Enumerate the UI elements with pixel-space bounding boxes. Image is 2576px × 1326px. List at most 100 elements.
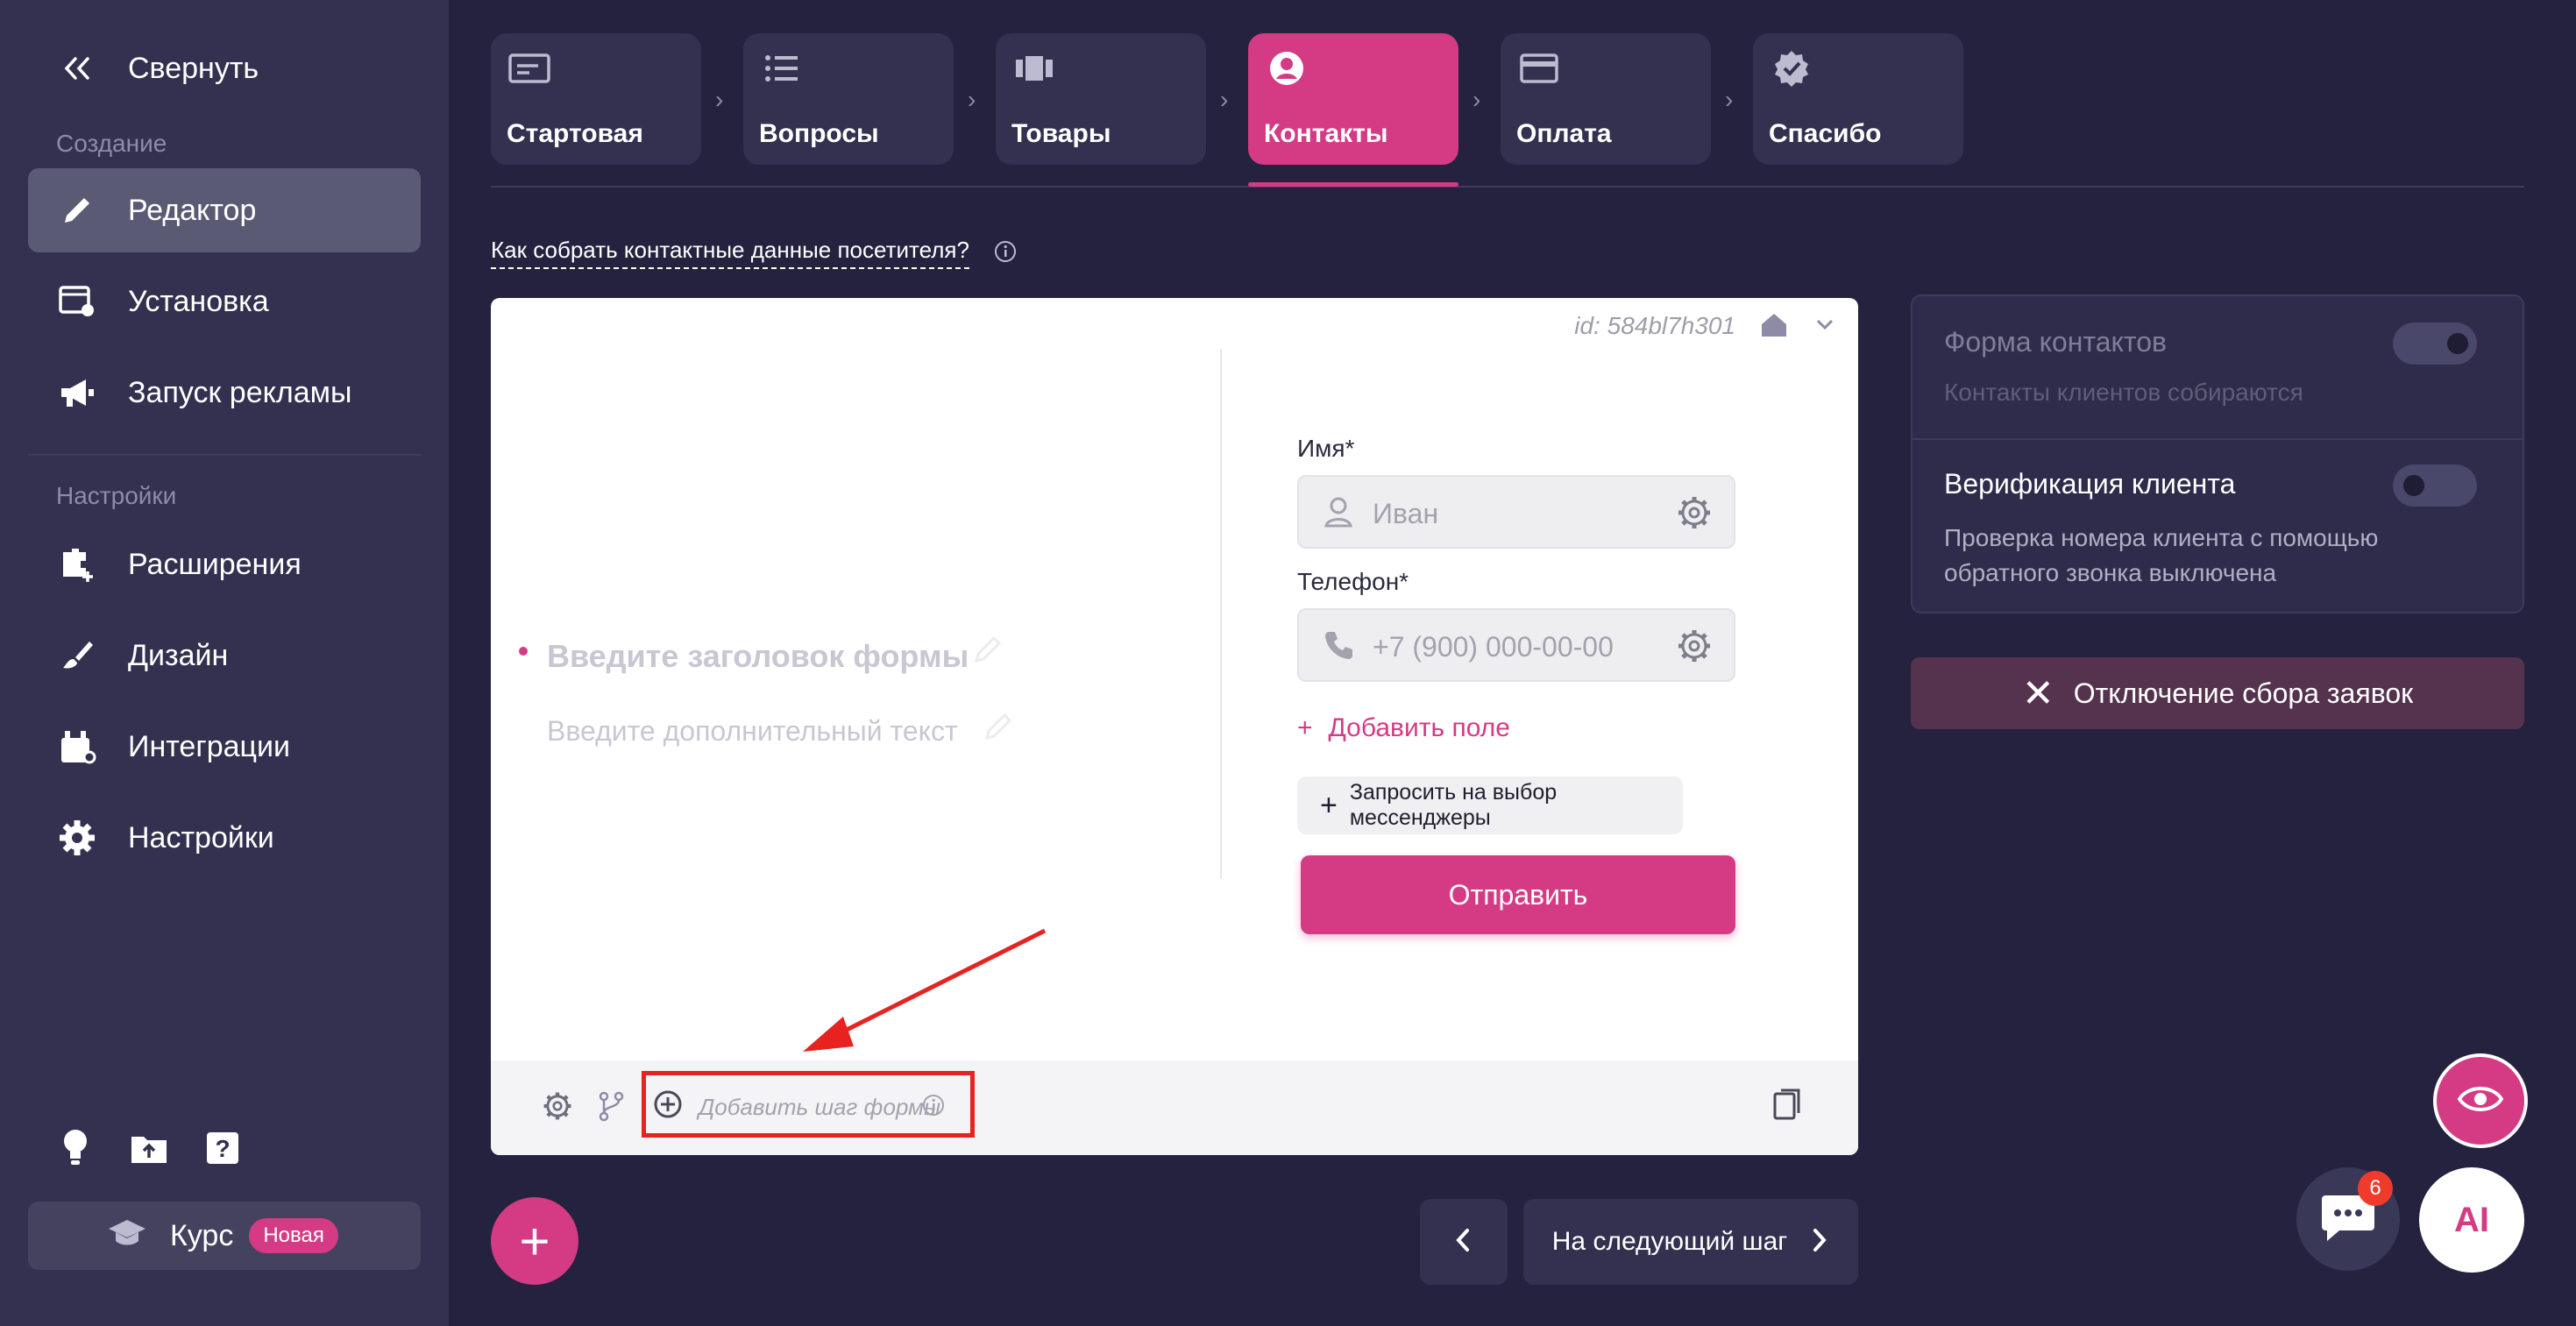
annotation-arrow [803,928,1047,1052]
submit-button[interactable]: Отправить [1301,855,1735,934]
disable-collection-label: Отключение сбора заявок [2073,677,2414,709]
add-field-button[interactable]: + Добавить поле [1297,713,1510,743]
lightbulb-icon[interactable] [56,1127,95,1169]
step-thanks[interactable]: Спасибо [1753,33,1963,165]
sidebar-item-design[interactable]: Дизайн [28,613,421,698]
field-settings-gear-icon[interactable] [1676,494,1713,535]
graduation-cap-icon [107,1218,147,1254]
sidebar-item-ads[interactable]: Запуск рекламы [28,351,421,435]
verification-title: Верификация клиента [1944,468,2236,500]
edit-pencil-icon[interactable] [983,710,1015,746]
add-step-fab[interactable]: + [491,1197,578,1285]
eye-icon [2457,1083,2504,1119]
sidebar-item-label: Дизайн [128,638,229,672]
toggle-knob [2403,475,2424,496]
step-payment[interactable]: Оплата [1501,33,1711,165]
preview-button[interactable] [2433,1053,2528,1148]
megaphone-icon [54,370,100,415]
submit-label: Отправить [1448,878,1588,911]
collapse-button[interactable]: Свернуть [28,26,421,110]
start-screen-icon [507,49,552,88]
copy-icon[interactable] [1772,1087,1804,1126]
form-title-placeholder[interactable]: Введите заголовок формы [547,638,969,675]
pencil-icon [54,188,100,233]
contact-settings-panel: Форма контактов Контакты клиентов собира… [1911,294,2524,613]
step-products[interactable]: Товары [996,33,1206,165]
brush-icon [54,633,100,678]
branch-logic-icon[interactable] [596,1090,626,1126]
svg-text:?: ? [215,1135,230,1162]
chevron-down-icon[interactable] [1813,312,1837,341]
contacts-form-title: Форма контактов [1944,326,2167,358]
sidebar-item-extensions[interactable]: Расширения [28,522,421,606]
sidebar-item-install[interactable]: Установка [28,259,421,344]
sidebar-item-label: Установка [128,284,269,318]
help-link[interactable]: Как собрать контактные данные посетителя… [491,237,969,269]
user-circle-icon [1264,49,1309,88]
form-card: id: 584bl7h301 Введите заголовок формы В… [491,298,1858,1155]
phone-field[interactable]: +7 (900) 000-00-00 [1297,608,1735,682]
chat-notification-badge: 6 [2358,1171,2393,1206]
disable-collection-button[interactable]: ✕ Отключение сбора заявок [1911,657,2524,729]
steps-divider [491,186,2524,188]
sidebar-item-label: Расширения [128,547,302,581]
chevron-right-icon: › [968,86,976,113]
field-label-name: Имя* [1297,435,1355,462]
verification-toggle[interactable] [2393,464,2477,507]
sidebar: Свернуть Создание Редактор Установка Зап… [0,0,449,1326]
section-create-heading: Создание [56,130,167,157]
chevron-right-icon: › [1725,86,1734,113]
user-icon [1323,496,1353,532]
step-label: Оплата [1516,119,1612,148]
phone-placeholder: +7 (900) 000-00-00 [1373,631,1614,663]
help-question-icon[interactable]: ? [203,1127,242,1169]
new-badge: Новая [249,1218,338,1253]
double-chevron-left-icon [54,46,100,91]
contacts-form-toggle[interactable] [2393,323,2477,365]
products-carousel-icon [1011,49,1057,88]
sidebar-item-label: Запуск рекламы [128,375,352,409]
form-id: id: 584bl7h301 [1574,312,1735,339]
name-placeholder: Иван [1373,498,1439,529]
sidebar-item-settings[interactable]: Настройки [28,796,421,880]
sidebar-bottom-icons: ? [56,1127,242,1169]
add-field-label: Добавить поле [1328,713,1510,742]
field-label-phone: Телефон* [1297,568,1409,595]
sidebar-item-label: Настройки [128,820,274,854]
install-window-icon [54,279,100,324]
course-button[interactable]: Курс Новая [28,1202,421,1270]
home-icon[interactable] [1760,312,1788,343]
next-step-button[interactable]: На следующий шаг [1523,1199,1858,1285]
plus-icon: + [1320,788,1338,822]
field-settings-gear-icon[interactable] [1676,628,1713,669]
step-contacts[interactable]: Контакты [1248,33,1458,165]
card-vertical-divider [1220,349,1222,878]
form-subtitle-placeholder[interactable]: Введите дополнительный текст [547,715,958,748]
credit-card-icon [1516,49,1562,88]
sidebar-item-integrations[interactable]: Интеграции [28,705,421,789]
name-field[interactable]: Иван [1297,475,1735,549]
puzzle-plus-icon [54,542,100,587]
sidebar-item-editor[interactable]: Редактор [28,168,421,252]
sidebar-divider [28,454,421,456]
course-label: Курс [170,1218,234,1252]
plus-icon: + [1297,713,1313,742]
step-start[interactable]: Стартовая [491,33,701,165]
sidebar-item-label: Редактор [128,193,257,227]
annotation-highlight-box [642,1071,975,1138]
chevron-right-icon: › [715,86,724,113]
request-messenger-button[interactable]: + Запросить на выбор мессенджеры [1297,776,1683,834]
chevron-right-icon [1808,1227,1829,1258]
step-label: Товары [1011,119,1111,148]
step-questions[interactable]: Вопросы [743,33,954,165]
close-icon: ✕ [2021,671,2054,715]
folder-upload-icon[interactable] [130,1127,168,1169]
ai-assistant-button[interactable]: AI [2419,1167,2524,1273]
previous-step-button[interactable] [1420,1199,1508,1285]
gear-icon [54,815,100,861]
info-icon[interactable] [994,240,1017,267]
edit-pencil-icon[interactable] [973,633,1004,669]
section-settings-heading: Настройки [56,482,177,509]
step-settings-gear-icon[interactable] [542,1090,573,1126]
panel-divider [1912,438,2523,440]
